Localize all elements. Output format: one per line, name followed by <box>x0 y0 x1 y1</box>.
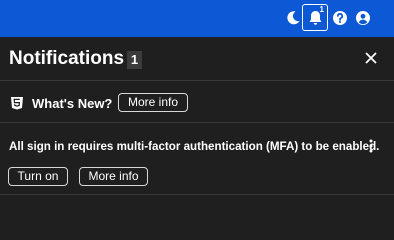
notification-more-info-button[interactable]: More info <box>79 167 148 186</box>
notification-badge: 1 <box>319 5 324 14</box>
kebab-menu-icon[interactable] <box>366 138 376 154</box>
user-icon[interactable] <box>354 9 372 27</box>
notification-message: All sign in requires multi-factor authen… <box>9 140 380 153</box>
moon-icon[interactable] <box>284 9 302 27</box>
panel-title: Notifications <box>9 48 125 69</box>
help-icon[interactable] <box>331 9 349 27</box>
notification-count-badge: 1 <box>127 51 142 69</box>
close-icon[interactable] <box>362 49 380 67</box>
notifications-button[interactable]: 1 <box>302 4 328 31</box>
whats-new-more-info-button[interactable]: More info <box>118 93 188 112</box>
panel-header: Notifications 1 <box>0 37 394 81</box>
notifications-panel: Notifications 1 What's New? More info Al… <box>0 37 394 213</box>
top-bar: 1 <box>0 0 394 37</box>
turn-on-button[interactable]: Turn on <box>8 167 68 186</box>
html5-icon <box>10 96 24 110</box>
notification-item: All sign in requires multi-factor authen… <box>0 123 394 195</box>
whats-new-row: What's New? More info <box>0 81 394 123</box>
whats-new-label: What's New? <box>32 96 113 111</box>
